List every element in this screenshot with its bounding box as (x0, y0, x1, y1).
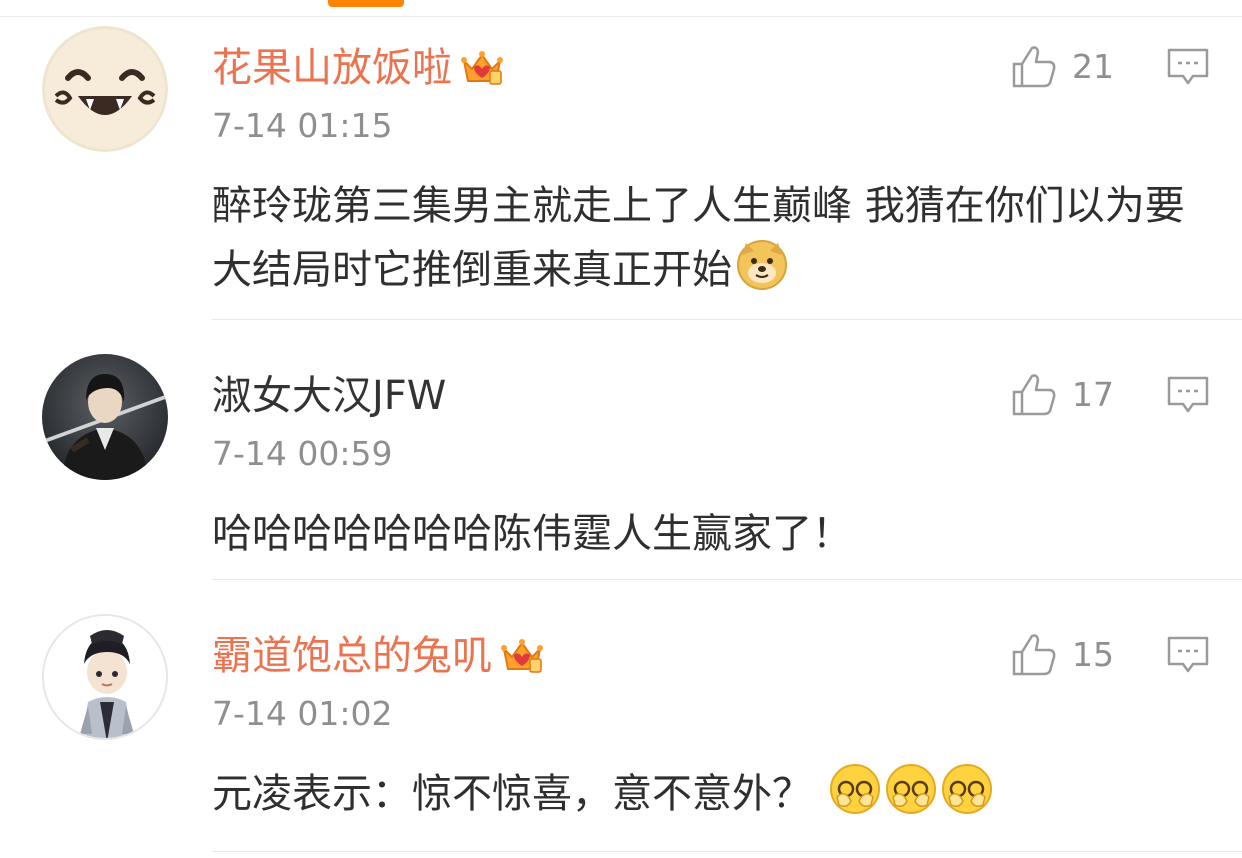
comment-timestamp: 7-14 01:15 (212, 106, 393, 145)
like-count: 17 (1072, 375, 1114, 414)
comment-text: 哈哈哈哈哈哈哈陈伟霆人生赢家了！ (212, 502, 1202, 566)
comment-bubble-icon (1167, 48, 1209, 85)
username-text: 花果山放饭啦 (212, 45, 452, 91)
like-count: 15 (1072, 635, 1114, 674)
tab-active-indicator (328, 0, 404, 7)
cover-face-emoji-icon (941, 763, 993, 815)
vip-crown-icon (460, 47, 504, 89)
thumbs-up-icon (1012, 374, 1056, 416)
doge-emoji-icon (736, 239, 788, 291)
top-divider (0, 16, 1242, 17)
smiling-face-avatar-icon (42, 26, 168, 152)
comment-timestamp: 7-14 00:59 (212, 434, 393, 473)
comment-timestamp: 7-14 01:02 (212, 694, 393, 733)
cover-face-emoji-icon (885, 763, 937, 815)
comment-item: 淑女大汉JFW 7-14 00:59 17 哈哈哈哈哈哈哈陈伟霆人生赢家了！ (0, 352, 1242, 580)
thumbs-up-icon (1012, 634, 1056, 676)
comment-list-page: 花果山放饭啦 7-14 01:15 21 醉玲珑第三集男主就走上了人生巅峰 我猜… (0, 0, 1242, 858)
avatar[interactable] (42, 614, 168, 740)
username[interactable]: 霸道饱总的兔叽 (212, 630, 544, 682)
avatar[interactable] (42, 26, 168, 152)
comment-divider (212, 851, 1242, 852)
reply-button[interactable] (1166, 374, 1210, 416)
like-button[interactable]: 21 (1010, 44, 1114, 90)
swordsman-avatar-icon (42, 354, 168, 480)
vip-crown-icon (500, 635, 544, 677)
reply-button[interactable] (1166, 46, 1210, 88)
like-count: 21 (1072, 47, 1114, 86)
comment-divider (212, 319, 1242, 320)
reply-button[interactable] (1166, 634, 1210, 676)
like-button[interactable]: 15 (1010, 632, 1114, 678)
cover-face-emoji-icon (829, 763, 881, 815)
thumbs-up-icon (1012, 46, 1056, 88)
like-button[interactable]: 17 (1010, 372, 1114, 418)
username[interactable]: 淑女大汉JFW (212, 370, 446, 422)
comment-text: 元凌表示：惊不惊喜，意不意外？ (212, 762, 1202, 826)
comment-text: 醉玲珑第三集男主就走上了人生巅峰 我猜在你们以为要大结局时它推倒重来真正开始 (212, 174, 1202, 302)
comment-text-content: 元凌表示：惊不惊喜，意不意外？ (212, 771, 812, 817)
comment-text-content: 哈哈哈哈哈哈哈陈伟霆人生赢家了！ (212, 511, 852, 557)
username-text: 霸道饱总的兔叽 (212, 633, 492, 679)
comment-text-content: 醉玲珑第三集男主就走上了人生巅峰 我猜在你们以为要大结局时它推倒重来真正开始 (212, 183, 1185, 293)
comment-item: 霸道饱总的兔叽 7-14 01:02 15 元凌表示：惊不惊喜，意不意外？ (0, 612, 1242, 852)
comment-divider (212, 579, 1242, 580)
ancient-costume-avatar-icon (44, 616, 166, 738)
comment-item: 花果山放饭啦 7-14 01:15 21 醉玲珑第三集男主就走上了人生巅峰 我猜… (0, 24, 1242, 320)
comment-bubble-icon (1167, 636, 1209, 673)
username-text: 淑女大汉JFW (212, 373, 447, 419)
avatar[interactable] (42, 354, 168, 480)
comment-bubble-icon (1167, 376, 1209, 413)
username[interactable]: 花果山放饭啦 (212, 42, 504, 94)
